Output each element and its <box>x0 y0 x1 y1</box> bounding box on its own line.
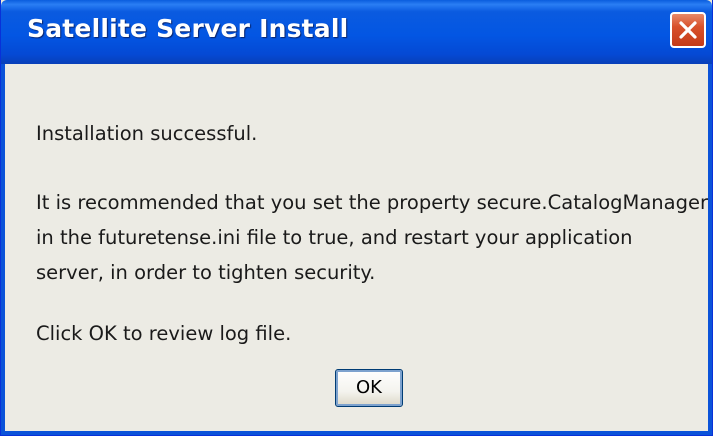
close-button[interactable] <box>670 12 706 48</box>
message-recommendation-line-3: server, in order to tighten security. <box>36 261 376 284</box>
dialog-window: Satellite Server Install Installation su… <box>0 0 713 436</box>
message-recommendation-line-1: It is recommended that you set the prope… <box>36 191 708 214</box>
message-instruction: Click OK to review log file. <box>36 322 292 345</box>
message-recommendation-line-2: in the futuretense.ini file to true, and… <box>36 226 633 249</box>
window-border-right <box>708 64 712 435</box>
title-bar[interactable]: Satellite Server Install <box>1 0 712 64</box>
message-success: Installation successful. <box>36 122 258 145</box>
ok-button[interactable]: OK <box>335 369 403 407</box>
dialog-content: Installation successful. It is recommend… <box>5 64 708 431</box>
close-icon <box>679 21 697 39</box>
dialog-title: Satellite Server Install <box>27 14 349 43</box>
window-border-bottom <box>1 431 712 435</box>
